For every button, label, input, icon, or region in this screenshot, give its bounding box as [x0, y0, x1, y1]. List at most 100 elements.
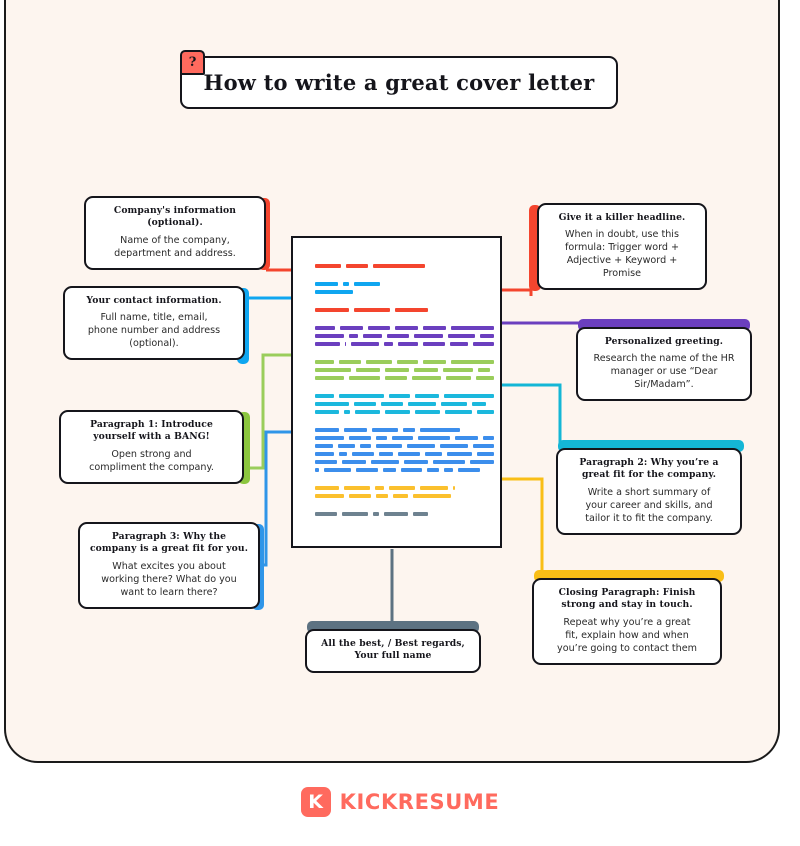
letter-line-segment [411, 376, 441, 380]
letter-line-segment [349, 376, 380, 380]
letter-line-segment [344, 342, 347, 346]
letter-line-segment [473, 444, 494, 448]
callout-body: Open strong and compliment the company. [89, 448, 214, 473]
letter-line-segment [476, 410, 495, 414]
letter-line-segment [453, 486, 455, 490]
letter-line-segment [344, 486, 370, 490]
letter-line-segment [363, 334, 382, 338]
letter-line-segment [443, 368, 473, 372]
letter-line-segment [315, 290, 353, 294]
letter-line-segment [349, 494, 371, 498]
letter-line-segment [356, 368, 380, 372]
letter-line-segment [315, 360, 335, 364]
callout-body: Name of the company, department and addr… [114, 234, 236, 259]
letter-line-segment [393, 494, 408, 498]
letter-line [315, 452, 494, 456]
callout-heading: Closing Paragraph: Finish strong and sta… [558, 587, 696, 611]
callout-company-information: Company's information (optional). Name o… [84, 196, 266, 270]
letter-line-segment [315, 460, 337, 464]
letter-line-segment [315, 436, 345, 440]
kickresume-logo: K KICKRESUME [0, 782, 800, 822]
letter-line-segment [420, 428, 460, 432]
callout-killer-headline: Give it a killer headline. When in doubt… [537, 203, 707, 291]
letter-line-segment [455, 436, 479, 440]
letter-line-segment [422, 342, 446, 346]
letter-line-segment [315, 512, 337, 516]
letter-line-segment [315, 394, 335, 398]
letter-line-segment [339, 360, 362, 364]
letter-line-segment [339, 394, 385, 398]
letter-line-segment [315, 342, 340, 346]
letter-line-segment [423, 360, 446, 364]
letter-line-segment [414, 334, 443, 338]
infographic-canvas: How to write a great cover letter ? Comp… [0, 0, 800, 846]
letter-line-segment [315, 282, 338, 286]
letter-line-segment [375, 486, 384, 490]
callout-contact-information: Your contact information. Full name, tit… [63, 286, 245, 361]
letter-line-segment [396, 360, 418, 364]
letter-line [315, 290, 494, 294]
letter-line-segment [413, 494, 451, 498]
letter-line-segment [373, 264, 425, 268]
letter-line-segment [427, 468, 439, 472]
letter-line [315, 460, 494, 464]
letter-line-segment [366, 360, 392, 364]
letter-line [315, 428, 494, 432]
question-mark-icon: ? [188, 55, 197, 70]
letter-line-segment [387, 334, 409, 338]
letter-line-segment [344, 428, 367, 432]
callout-heading: Company's information (optional). [113, 205, 237, 229]
letter-line-segment [395, 308, 428, 312]
letter-line-segment [475, 376, 494, 380]
callout-body: Repeat why you’re a great fit, explain h… [557, 616, 697, 654]
letter-line-segment [450, 360, 494, 364]
letter-line-segment [420, 486, 448, 490]
letter-line-segment [414, 410, 440, 414]
letter-line-segment [359, 444, 371, 448]
letter-line [315, 360, 494, 364]
letter-line-segment [315, 326, 336, 330]
callout-heading: Paragraph 1: Introduce yourself with a B… [90, 419, 213, 443]
letter-line-segment [315, 334, 344, 338]
letter-line-segment [470, 460, 494, 464]
letter-line-segment [450, 326, 495, 330]
letter-line-segment [408, 402, 436, 406]
kickresume-logo-text: KICKRESUME [339, 790, 500, 814]
letter-line-segment [315, 402, 349, 406]
letter-line-segment [340, 326, 364, 330]
letter-line-segment [483, 436, 494, 440]
letter-line [315, 444, 494, 448]
callout-heading: Personalized greeting. [604, 336, 724, 347]
letter-line-segment [344, 410, 350, 414]
letter-line [315, 394, 495, 398]
letter-line-segment [398, 342, 418, 346]
callout-paragraph-2: Paragraph 2: Why you’re a great fit for … [556, 448, 742, 535]
letter-line-segment [385, 368, 409, 372]
letter-line [315, 468, 494, 472]
letter-text-lines [315, 264, 495, 520]
kickresume-logo-mark: K [300, 787, 331, 817]
letter-line-segment [368, 326, 391, 330]
letter-line-segment [440, 444, 469, 448]
logo-letter: K [308, 790, 323, 813]
letter-line-segment [433, 460, 465, 464]
letter-line [315, 334, 494, 338]
letter-line-segment [447, 452, 472, 456]
callout-body: Research the name of the HR manager or u… [593, 353, 735, 391]
letter-line-segment [315, 368, 351, 372]
letter-line-segment [391, 436, 413, 440]
letter-line-segment [376, 494, 388, 498]
callout-heading: All the best, / Best regards, Your full … [321, 638, 465, 662]
letter-line-segment [401, 468, 422, 472]
letter-line-segment [354, 282, 380, 286]
letter-line [315, 486, 494, 490]
letter-line-segment [444, 410, 472, 414]
callout-body: Full name, title, email, phone number an… [87, 312, 221, 350]
letter-line-segment [423, 326, 446, 330]
letter-line [315, 342, 494, 346]
letter-line-segment [349, 334, 358, 338]
callout-paragraph-3: Paragraph 3: Why the company is a great … [78, 522, 260, 609]
letter-line-segment [398, 452, 421, 456]
letter-line-segment [343, 282, 349, 286]
cover-letter-document [291, 236, 502, 548]
